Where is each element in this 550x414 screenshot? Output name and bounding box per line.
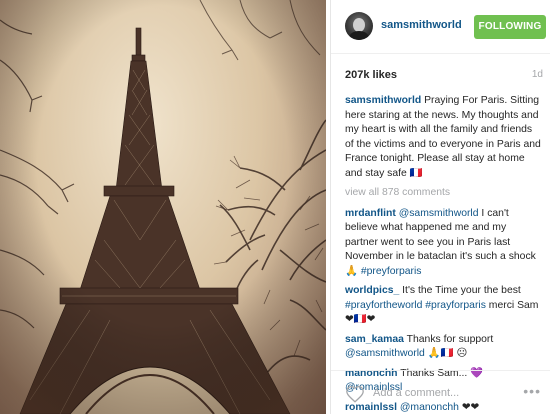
comment-mention[interactable]: @samsmithworld xyxy=(399,208,479,219)
following-button[interactable]: FOLLOWING xyxy=(474,15,546,39)
caption-username[interactable]: samsmithworld xyxy=(345,95,421,106)
eiffel-tower-photo xyxy=(0,0,326,414)
avatar[interactable] xyxy=(345,12,373,40)
comment-item: sam_kamaa Thanks for support @samsmithwo… xyxy=(345,333,541,362)
comment-item: mrdanflint @samsmithworld I can't believ… xyxy=(345,207,541,280)
comment-text: 🙏🇫🇷 ☹ xyxy=(424,348,468,359)
comment-mention[interactable]: @samsmithworld xyxy=(345,348,425,359)
add-comment-input[interactable]: Add a comment... xyxy=(373,387,459,399)
avatar-face xyxy=(353,18,365,32)
caption-text: Praying For Paris. Sitting here staring … xyxy=(345,95,541,179)
comment-text: It's the Time your the best xyxy=(399,285,521,296)
post-age[interactable]: 1d xyxy=(532,69,543,80)
username-link[interactable]: samsmithworld xyxy=(381,19,462,31)
comment-item: worldpics_ It's the Time your the best #… xyxy=(345,284,541,328)
comment-username[interactable]: sam_kamaa xyxy=(345,334,404,345)
comments-list: samsmithworld Praying For Paris. Sitting… xyxy=(345,94,541,414)
more-options-icon[interactable]: ••• xyxy=(523,383,541,399)
comment-username[interactable]: worldpics_ xyxy=(345,285,399,296)
comment-username[interactable]: mrdanflint xyxy=(345,208,396,219)
view-all-comments-link[interactable]: view all 878 comments xyxy=(345,186,541,201)
post-header: samsmithworld FOLLOWING xyxy=(331,0,550,54)
likes-count[interactable]: 207k likes xyxy=(345,69,397,81)
avatar-body xyxy=(349,31,369,40)
post-footer: Add a comment... ••• xyxy=(331,370,550,414)
heart-outline-icon[interactable] xyxy=(345,385,365,403)
comment-hashtag[interactable]: #prayfortheworld #prayforparis xyxy=(345,300,486,311)
comment-hashtag[interactable]: #preyforparis xyxy=(361,266,422,277)
post-panel: samsmithworld FOLLOWING 207k likes 1d sa… xyxy=(330,0,550,414)
comment-text: Thanks for support xyxy=(403,333,494,345)
caption: samsmithworld Praying For Paris. Sitting… xyxy=(345,94,541,181)
post-meta: 207k likes 1d xyxy=(331,54,550,92)
post-photo[interactable] xyxy=(0,0,326,414)
